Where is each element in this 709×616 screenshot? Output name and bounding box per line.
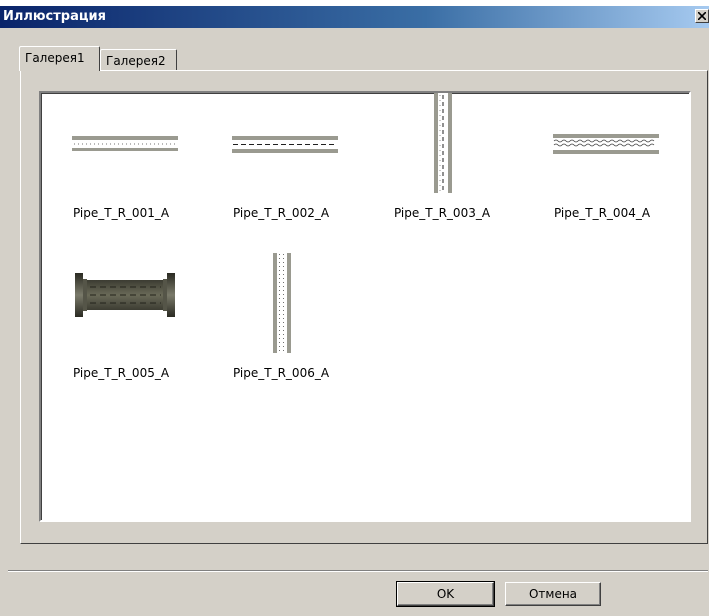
tab-gallery1[interactable]: Галерея1: [19, 46, 100, 71]
pipe-flanged-icon: [75, 273, 175, 317]
gallery-item-label: Pipe_T_R_004_A: [553, 206, 651, 220]
cancel-button-label: Отмена: [528, 587, 578, 601]
tab-panel: Pipe_T_R_001_A Pipe_T_R_002_A Pipe_T_R_0…: [20, 70, 708, 544]
title-bar[interactable]: Иллюстрация: [0, 6, 709, 28]
tab-gallery2-label: Галерея2: [106, 54, 166, 68]
gallery-item-pipe-t-r-002-a[interactable]: Pipe_T_R_002_A: [206, 93, 356, 233]
divider: [8, 570, 708, 572]
pipe-horizontal-dotted-icon: [72, 136, 178, 151]
gallery-item-pipe-t-r-003-a[interactable]: Pipe_T_R_003_A: [367, 93, 517, 233]
gallery-item-label: Pipe_T_R_005_A: [72, 366, 170, 380]
gallery-item-pipe-t-r-005-a[interactable]: Pipe_T_R_005_A: [46, 253, 196, 393]
ok-button[interactable]: OK: [396, 581, 495, 607]
pipe-vertical-dashed-icon: [434, 93, 452, 193]
window-title: Иллюстрация: [3, 9, 106, 24]
cancel-button[interactable]: Отмена: [505, 582, 601, 606]
gallery-item-label: Pipe_T_R_003_A: [393, 206, 491, 220]
close-button[interactable]: [695, 9, 709, 23]
gallery-item-label: Pipe_T_R_002_A: [232, 206, 330, 220]
pipe-vertical-dotted-icon: [273, 253, 291, 353]
gallery-item-pipe-t-r-006-a[interactable]: Pipe_T_R_006_A: [206, 253, 356, 393]
pipe-horizontal-wavy-icon: [553, 134, 659, 154]
tab-gallery2[interactable]: Галерея2: [100, 49, 177, 70]
gallery-item-pipe-t-r-004-a[interactable]: Pipe_T_R_004_A: [527, 93, 677, 233]
tab-gallery1-label: Галерея1: [25, 51, 85, 65]
close-icon: [698, 12, 706, 20]
gallery-item-label: Pipe_T_R_006_A: [232, 366, 330, 380]
gallery-item-label: Pipe_T_R_001_A: [72, 206, 170, 220]
illustration-dialog: Иллюстрация Галерея1 Галерея2 Pipe_T_R_0…: [0, 6, 709, 616]
pipe-horizontal-dashed-icon: [232, 136, 338, 153]
gallery-item-pipe-t-r-001-a[interactable]: Pipe_T_R_001_A: [46, 93, 196, 233]
ok-button-label: OK: [436, 587, 455, 601]
gallery-view[interactable]: Pipe_T_R_001_A Pipe_T_R_002_A Pipe_T_R_0…: [39, 91, 691, 522]
